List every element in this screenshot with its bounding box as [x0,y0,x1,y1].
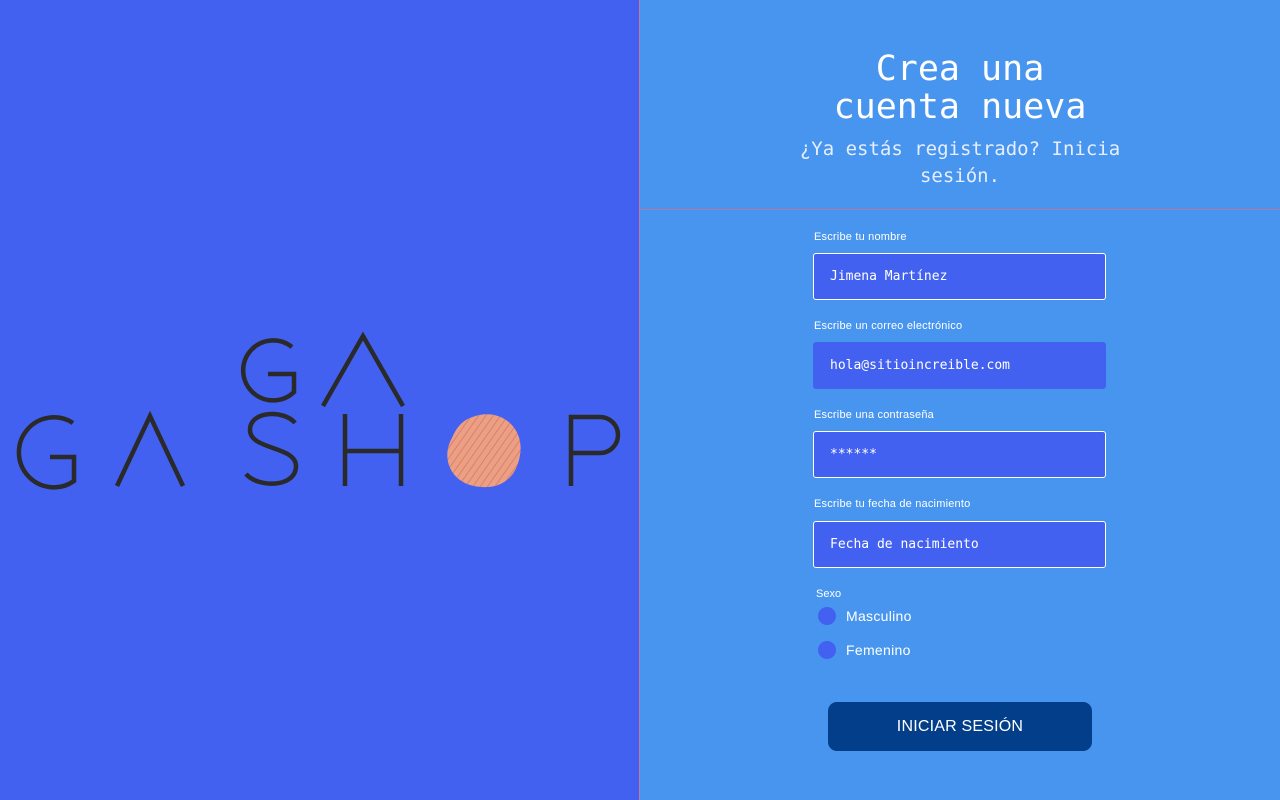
radio-dot-icon[interactable] [818,607,836,625]
logo-letter-a [114,410,186,487]
login-prompt: ¿Ya estás registrado? Inicia sesión. [795,136,1125,190]
birthdate-input[interactable] [813,521,1106,568]
email-label: Escribe un correo electrónico [814,320,963,332]
logo-letter-h [342,414,404,486]
logo-letter-g [16,415,77,490]
logo-letter-s [244,411,299,486]
signup-header: Crea una cuenta nueva ¿Ya estás registra… [640,0,1280,210]
logo-orange-dot [447,414,521,488]
name-input[interactable] [813,253,1106,300]
gashop-logo [16,331,621,490]
page-title-line2: cuenta nueva [833,87,1087,127]
sex-option-label: Masculino [846,608,912,624]
login-prompt-text: ¿Ya estás registrado? [799,138,1041,160]
signup-panel: Crea una cuenta nueva ¿Ya estás registra… [640,0,1280,800]
logo-top-g [240,338,297,403]
brand-panel [0,0,640,800]
radio-dot-icon[interactable] [818,641,836,659]
page-title: Crea una cuenta nueva [640,50,1280,126]
birthdate-label: Escribe tu fecha de nacimiento [814,498,971,510]
email-input[interactable] [813,342,1106,389]
logo-letter-p [568,414,621,486]
password-label: Escribe una contraseña [814,409,934,421]
logo-top-a [321,331,405,408]
sex-option-masculino[interactable]: Masculino [818,607,912,625]
sex-option-femenino[interactable]: Femenino [818,641,911,659]
sex-label: Sexo [816,588,842,600]
page-title-line1: Crea una [875,49,1045,89]
name-label: Escribe tu nombre [814,231,907,243]
password-input[interactable] [813,431,1106,478]
sex-option-label: Femenino [846,642,911,658]
login-submit-button[interactable]: INICIAR SESIÓN [828,702,1092,751]
